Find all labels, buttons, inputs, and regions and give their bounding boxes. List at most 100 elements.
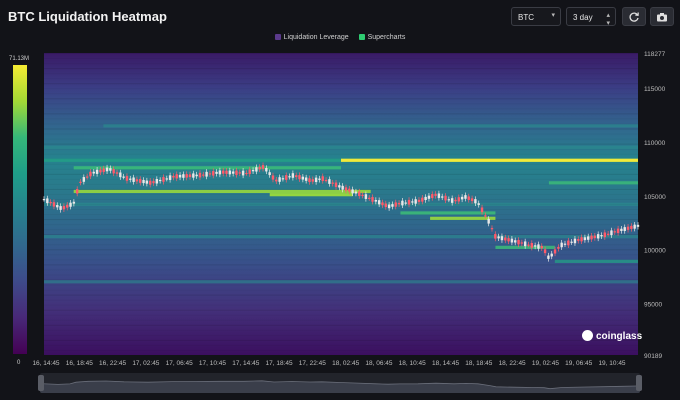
heatmap-texture-line	[44, 128, 638, 130]
price-candle	[377, 200, 381, 205]
price-candle	[75, 189, 79, 194]
price-candle	[381, 202, 384, 206]
price-candle	[255, 167, 258, 172]
price-candle	[188, 174, 192, 178]
price-candle	[92, 171, 95, 174]
price-candle	[198, 172, 202, 178]
price-candle	[590, 235, 593, 240]
x-tick-label: 17, 02:45	[132, 360, 159, 367]
heatmap-texture-line	[44, 229, 638, 231]
price-candle	[414, 199, 417, 204]
price-candle	[195, 174, 198, 177]
heatmap-texture-line	[44, 118, 638, 120]
price-candle	[434, 193, 437, 196]
price-candle	[550, 253, 553, 257]
x-tick-label: 16, 14:45	[32, 360, 59, 367]
heatmap-texture-line	[44, 88, 638, 90]
heatmap-texture-line	[44, 329, 638, 331]
range-select[interactable]: 3 day ▴ ▾	[566, 7, 616, 27]
heatmap-texture-line	[44, 163, 638, 165]
price-candle	[268, 172, 271, 176]
price-candle	[490, 228, 494, 230]
legend-item-supercharts[interactable]: Supercharts	[358, 34, 406, 41]
navigator-right-handle[interactable]	[636, 375, 642, 391]
x-tick-label: 18, 02:45	[332, 360, 359, 367]
price-candle	[547, 255, 550, 259]
price-candle	[616, 228, 620, 234]
navigator-left-handle[interactable]	[38, 375, 44, 391]
price-candle	[202, 174, 205, 176]
price-candle	[361, 194, 364, 197]
price-candle	[265, 168, 268, 172]
price-candle	[314, 177, 318, 183]
price-candle	[580, 237, 583, 242]
heatmap-texture-line	[44, 304, 638, 306]
price-candle	[603, 232, 607, 238]
liquidation-band	[103, 124, 638, 128]
price-candle	[334, 182, 338, 187]
price-candle	[79, 181, 82, 183]
liquidation-band	[269, 193, 353, 197]
price-candle	[258, 166, 261, 170]
price-candle	[238, 172, 241, 174]
legend-label: Supercharts	[367, 34, 406, 41]
price-candle	[397, 202, 401, 205]
price-candle	[52, 202, 56, 207]
heatmap-texture-line	[44, 294, 638, 296]
price-candle	[431, 194, 434, 199]
price-candle	[387, 204, 391, 209]
price-candle	[228, 170, 232, 175]
price-candle	[42, 198, 46, 201]
price-candle	[427, 195, 431, 199]
price-candle	[596, 234, 600, 239]
price-candle	[470, 198, 474, 202]
coinglass-logo: coinglass	[582, 330, 642, 342]
price-candle	[391, 204, 394, 207]
price-candle	[59, 206, 62, 210]
price-candle	[417, 199, 421, 202]
refresh-button[interactable]	[622, 7, 646, 26]
price-candle	[593, 235, 597, 239]
colorbar	[13, 65, 27, 354]
price-candle	[328, 179, 331, 184]
price-candle	[354, 191, 358, 194]
heatmap-texture-line	[44, 103, 638, 105]
price-candle	[573, 238, 577, 244]
price-candle	[530, 243, 534, 248]
heatmap-texture-line	[44, 239, 638, 241]
symbol-select-value: BTC	[518, 13, 534, 22]
time-navigator[interactable]	[40, 373, 640, 393]
price-candle	[494, 234, 497, 239]
heatmap-texture-line	[44, 269, 638, 271]
heatmap-texture-line	[44, 349, 638, 351]
price-candle	[192, 173, 195, 178]
screenshot-button[interactable]	[650, 7, 674, 26]
price-candle	[401, 200, 404, 206]
legend-label: Liquidation Leverage	[283, 34, 349, 41]
price-candle	[122, 176, 125, 178]
price-candle	[261, 165, 265, 169]
heatmap-texture-line	[44, 314, 638, 316]
price-candle	[245, 172, 248, 175]
price-candle	[374, 199, 378, 202]
price-candle	[172, 175, 175, 178]
price-candle	[570, 241, 573, 243]
price-candle	[563, 243, 567, 245]
price-candle	[543, 249, 547, 254]
liquidation-band	[44, 202, 638, 206]
heatmap-texture-line	[44, 113, 638, 115]
heatmap-texture-line	[44, 173, 638, 175]
legend-item-liquidation-leverage[interactable]: Liquidation Leverage	[274, 34, 349, 41]
price-candle	[321, 176, 324, 181]
price-candle	[158, 179, 162, 182]
price-candle	[105, 167, 109, 172]
price-candle	[95, 169, 99, 174]
price-candle	[208, 173, 212, 175]
price-candle	[318, 178, 321, 180]
price-candle	[444, 195, 447, 201]
symbol-select[interactable]: BTC ▾	[511, 7, 561, 26]
x-tick-label: 17, 10:45	[199, 360, 226, 367]
price-candle	[298, 175, 301, 180]
price-candle	[484, 215, 487, 217]
price-candle	[125, 176, 129, 181]
